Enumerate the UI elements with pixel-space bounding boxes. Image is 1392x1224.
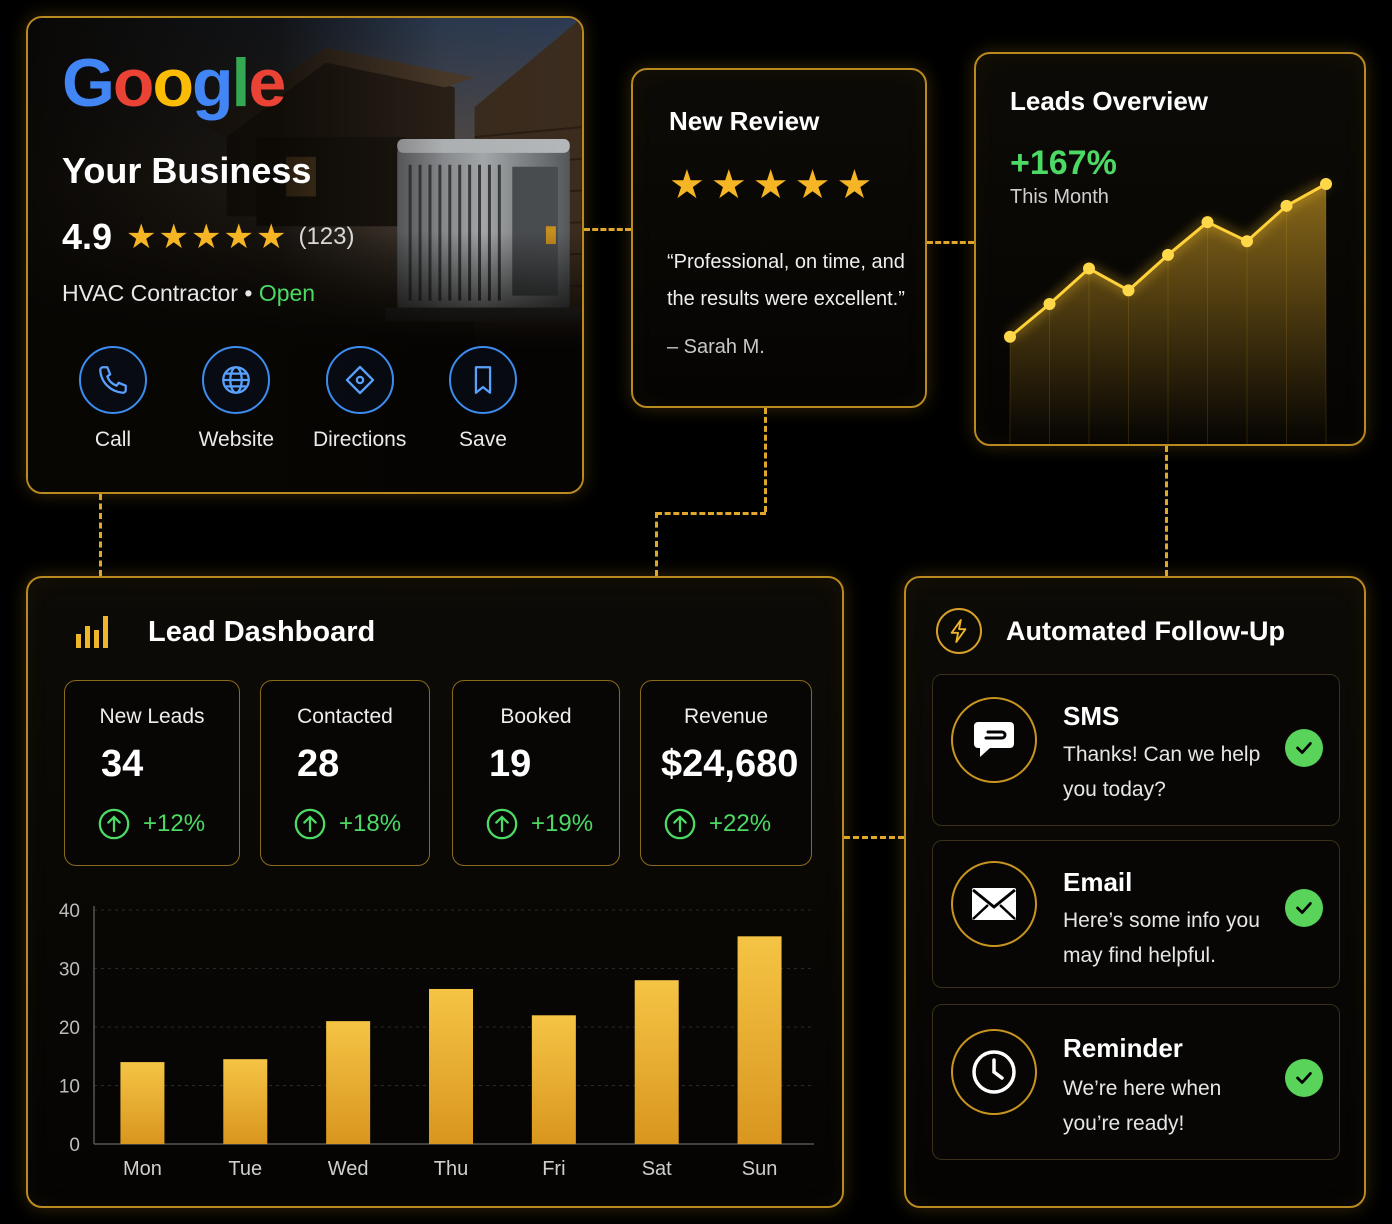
rating-row: 4.9 ★★★★★ (123) (62, 216, 354, 258)
y-tick-label: 40 (59, 901, 80, 922)
follow-up-name: Email (1063, 867, 1133, 897)
directions-button[interactable]: Directions (305, 346, 415, 452)
check-icon (1285, 729, 1323, 767)
check-icon (1285, 889, 1323, 927)
overview-change: +167% (1010, 144, 1117, 182)
bar-sun (737, 936, 782, 1144)
follow-up-name: SMS (1063, 701, 1120, 731)
follow-up-item-email[interactable]: Email Here’s some info you may find help… (932, 840, 1340, 988)
y-tick-label: 20 (59, 1018, 80, 1039)
follow-up-item-sms[interactable]: SMS Thanks! Can we help you today? (932, 674, 1340, 826)
trend-point (1320, 178, 1332, 190)
trend-point (1004, 330, 1016, 343)
x-tick-label: Tue (228, 1158, 262, 1180)
lightning-icon (936, 608, 982, 654)
automated-follow-up-card: Automated Follow-Up SMS Thanks! Can we h… (904, 576, 1366, 1208)
bar-fri (531, 1015, 576, 1144)
save-button[interactable]: Save (428, 346, 538, 452)
trend-point (1201, 216, 1214, 229)
lead-dashboard-card: Lead Dashboard New Leads 34 +12% Contact… (26, 576, 844, 1208)
business-category: HVAC Contractor (62, 280, 238, 306)
open-status: Open (258, 280, 316, 306)
trend-point (1043, 298, 1056, 310)
x-tick-label: Mon (123, 1158, 162, 1180)
review-title: New Review (669, 106, 820, 136)
connector-line (655, 512, 658, 576)
website-label: Website (198, 428, 275, 451)
call-button[interactable]: Call (58, 346, 168, 452)
business-name: Your Business (62, 150, 312, 191)
review-quote: “Professional, on time, and the results … (667, 251, 905, 310)
bar-mon (120, 1062, 165, 1144)
save-label: Save (459, 428, 507, 451)
call-label: Call (94, 428, 132, 451)
bar-thu (429, 988, 473, 1144)
trend-point (1162, 248, 1174, 261)
overview-period: This Month (1010, 186, 1109, 208)
connector-line (927, 241, 974, 244)
leads-overview-card: Leads Overview +167% This Month (974, 52, 1366, 446)
action-buttons: Call Website Directions Save (58, 346, 538, 452)
follow-up-message: Here’s some info you may find helpful. (1063, 909, 1260, 967)
follow-up-message: Thanks! Can we help you today? (1063, 743, 1261, 801)
x-tick-label: Sat (642, 1158, 672, 1180)
category-row: HVAC Contractor • Open (62, 280, 315, 307)
x-tick-label: Thu (434, 1158, 468, 1180)
follow-up-item-reminder[interactable]: Reminder We’re here when you’re ready! (932, 1004, 1340, 1160)
check-icon (1285, 1059, 1323, 1097)
trend-point (1083, 262, 1095, 275)
x-tick-label: Wed (328, 1158, 369, 1180)
weekly-leads-bar-chart: 0 10 20 30 40 Mon Tue Wed Thu Fri Sat Sun (59, 901, 814, 1180)
overview-title: Leads Overview (1010, 86, 1208, 116)
connector-line (764, 408, 767, 512)
review-author: – Sarah M. (667, 336, 765, 358)
follow-up-name: Reminder (1063, 1033, 1183, 1063)
review-count[interactable]: (123) (298, 223, 354, 251)
connector-line (656, 512, 766, 515)
phone-icon[interactable] (79, 346, 147, 414)
follow-up-title: Automated Follow-Up (1006, 615, 1285, 646)
y-tick-label: 0 (69, 1135, 80, 1156)
separator-dot: • (244, 280, 253, 306)
globe-icon[interactable] (202, 346, 271, 414)
connector-line (99, 494, 102, 576)
follow-up-header: Automated Follow-Up (936, 608, 1285, 654)
clock-icon (951, 1029, 1037, 1115)
x-tick-label: Fri (542, 1158, 565, 1180)
google-logo: Google (62, 45, 286, 121)
connector-line (1165, 446, 1168, 576)
rating-value: 4.9 (62, 216, 113, 257)
star-rating-icon: ★★★★★ (126, 218, 289, 256)
website-button[interactable]: Website (181, 346, 291, 452)
bar-tue (223, 1059, 268, 1144)
connector-line (584, 228, 631, 231)
trend-point (1280, 199, 1293, 212)
review-stars-icon: ★★★★★ (669, 163, 879, 207)
chat-icon (951, 697, 1037, 783)
bar-sat (634, 980, 679, 1144)
new-review-card: New Review ★★★★★ “Professional, on time,… (631, 68, 927, 408)
connector-line (844, 836, 904, 839)
envelope-icon (951, 861, 1037, 947)
trend-point (1122, 284, 1135, 297)
y-tick-label: 30 (59, 960, 80, 981)
business-profile-card: Google Your Business 4.9 ★★★★★ (123) HVA… (26, 16, 584, 494)
bar-wed (326, 1021, 371, 1144)
trend-point (1241, 235, 1253, 248)
directions-icon[interactable] (325, 346, 394, 414)
bookmark-icon[interactable] (448, 346, 517, 414)
x-tick-label: Sun (742, 1158, 778, 1180)
follow-up-message: We’re here when you’re ready! (1063, 1077, 1222, 1135)
y-tick-label: 10 (59, 1077, 80, 1098)
directions-label: Directions (312, 428, 407, 451)
